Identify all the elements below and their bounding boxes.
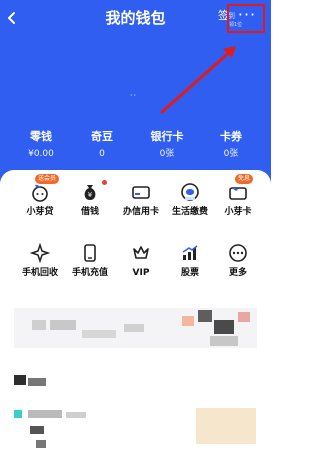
service-label: 生活缴费 bbox=[171, 207, 208, 217]
stat-coupons[interactable]: 卡券 0张 bbox=[201, 130, 261, 160]
service-stock[interactable]: 股票 bbox=[163, 243, 217, 293]
stat-change[interactable]: 零钱 ¥0.00 bbox=[11, 130, 71, 160]
credit-card-icon bbox=[132, 186, 150, 199]
more-dots-icon bbox=[229, 244, 247, 262]
stat-label: 银行卡 bbox=[150, 130, 184, 143]
sprout-loan-icon bbox=[32, 184, 48, 202]
service-phone-recycle[interactable]: 手机回收 bbox=[13, 243, 67, 293]
service-life-payment[interactable]: 生活缴费 bbox=[163, 182, 217, 232]
stock-chart-icon bbox=[182, 245, 198, 260]
sprout-card-icon bbox=[229, 187, 247, 200]
highlight-box bbox=[227, 4, 265, 33]
phone-recycle-icon bbox=[30, 243, 50, 263]
money-bag-icon: ¥ bbox=[84, 185, 96, 200]
stat-label: 零钱 bbox=[30, 130, 52, 143]
services-card: 送会员 小芽贷 ¥ 借钱 办信用卡 生活缴费 免息 小芽卡 手机回收 手机充值 … bbox=[0, 170, 271, 456]
stat-value: 0 bbox=[99, 149, 105, 159]
svg-text:¥: ¥ bbox=[88, 191, 93, 199]
service-label: 小芽贷 bbox=[26, 207, 54, 217]
service-label: 更多 bbox=[228, 268, 247, 278]
service-label: 办信用卡 bbox=[122, 207, 159, 217]
stat-value: 0张 bbox=[159, 149, 175, 159]
service-sprout-card[interactable]: 免息 小芽卡 bbox=[211, 174, 265, 232]
notification-dot bbox=[102, 180, 107, 185]
vip-crown-icon bbox=[133, 246, 149, 259]
service-label: VIP bbox=[132, 268, 150, 278]
stat-value: 0张 bbox=[223, 149, 239, 159]
balance-hidden-dots: ·· bbox=[130, 91, 138, 100]
stat-value: ¥0.00 bbox=[28, 149, 54, 159]
service-label: 股票 bbox=[180, 268, 199, 278]
stat-label: 卡券 bbox=[220, 130, 242, 143]
stat-bank-card[interactable]: 银行卡 0张 bbox=[137, 130, 197, 160]
stat-label: 奇豆 bbox=[91, 130, 113, 143]
service-vip[interactable]: VIP bbox=[114, 243, 168, 293]
service-more[interactable]: 更多 bbox=[211, 243, 265, 293]
service-label: 手机回收 bbox=[21, 268, 58, 278]
stat-qidou[interactable]: 奇豆 0 bbox=[72, 130, 132, 160]
wallet-header: 我的钱包 签 到 领1位 ··· ·· 零钱 ¥0.00 奇豆 0 银行卡 0张… bbox=[0, 0, 271, 190]
service-sprout-loan[interactable]: 送会员 小芽贷 bbox=[13, 174, 67, 232]
service-borrow[interactable]: ¥ 借钱 bbox=[63, 180, 117, 232]
service-credit-card[interactable]: 办信用卡 bbox=[114, 182, 168, 232]
phone-topup-icon bbox=[84, 244, 96, 262]
life-payment-icon bbox=[181, 183, 199, 201]
service-label: 小芽卡 bbox=[224, 207, 252, 217]
service-phone-topup[interactable]: 手机充值 bbox=[63, 243, 117, 293]
service-label: 借钱 bbox=[80, 207, 99, 217]
service-label: 手机充值 bbox=[71, 268, 108, 278]
wallet-stats: 零钱 ¥0.00 奇豆 0 银行卡 0张 卡券 0张 bbox=[0, 130, 271, 160]
